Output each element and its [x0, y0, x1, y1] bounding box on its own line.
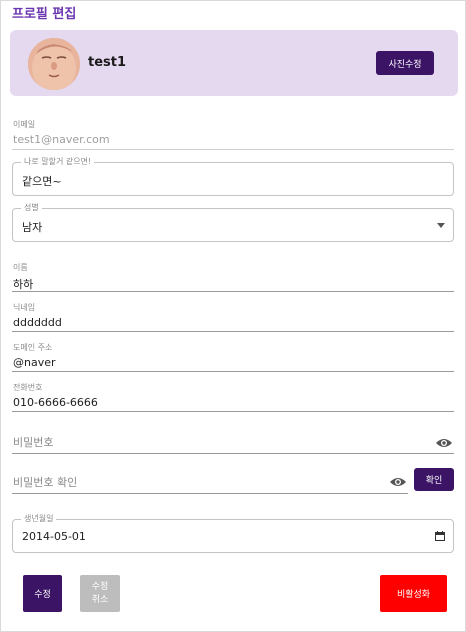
caret-down-icon[interactable] [437, 223, 445, 228]
cancel-edit-button[interactable]: 수정 취소 [80, 575, 120, 612]
birthdate-label: 생년월일 [21, 514, 57, 524]
phone-label: 전화번호 [13, 383, 43, 392]
confirm-password-button[interactable]: 확인 [414, 468, 454, 491]
edit-photo-button[interactable]: 사진수정 [376, 51, 434, 75]
domain-underline [12, 371, 454, 372]
nickname-value[interactable]: ddddddd [13, 316, 62, 329]
birthdate-field[interactable]: 생년월일 2014-05-01 [12, 514, 454, 553]
eye-icon[interactable] [390, 476, 406, 488]
page-title: 프로필 편집 [12, 7, 77, 22]
password-input[interactable]: 비밀번호 [13, 434, 53, 450]
avatar [28, 38, 80, 90]
domain-label: 도메인 주소 [13, 343, 53, 352]
password-confirm-input[interactable]: 비밀번호 확인 [13, 474, 77, 490]
email-label: 이메일 [13, 120, 36, 129]
phone-underline [12, 411, 454, 412]
password-confirm-underline [12, 493, 408, 494]
profile-card: test1 사진수정 [10, 30, 458, 96]
profile-username: test1 [88, 55, 127, 70]
cancel-edit-line2: 취소 [91, 594, 109, 605]
name-value[interactable]: 하하 [13, 276, 33, 292]
deactivate-button[interactable]: 비활성화 [380, 575, 447, 612]
edit-button[interactable]: 수정 [23, 575, 62, 612]
email-underline [12, 149, 454, 150]
gender-value: 남자 [22, 221, 43, 234]
gender-label: 성별 [21, 203, 42, 213]
name-underline [12, 291, 454, 292]
nickname-label: 닉네임 [13, 303, 36, 312]
motto-field[interactable]: 나로 말할거 같으면! 같으면~ [12, 157, 454, 196]
calendar-icon[interactable] [435, 531, 445, 541]
password-underline [12, 453, 454, 454]
domain-value[interactable]: @naver [13, 356, 56, 369]
email-value: test1@naver.com [13, 133, 110, 146]
birthdate-value[interactable]: 2014-05-01 [22, 530, 86, 543]
avatar-image [28, 38, 80, 90]
phone-value[interactable]: 010-6666-6666 [13, 396, 98, 409]
name-label: 이름 [13, 263, 28, 272]
motto-value[interactable]: 같으면~ [22, 173, 62, 189]
motto-label: 나로 말할거 같으면! [21, 157, 95, 167]
eye-icon[interactable] [436, 437, 452, 449]
nickname-underline [12, 331, 454, 332]
cancel-edit-line1: 수정 [91, 581, 109, 592]
gender-select[interactable]: 성별 남자 [12, 203, 454, 242]
